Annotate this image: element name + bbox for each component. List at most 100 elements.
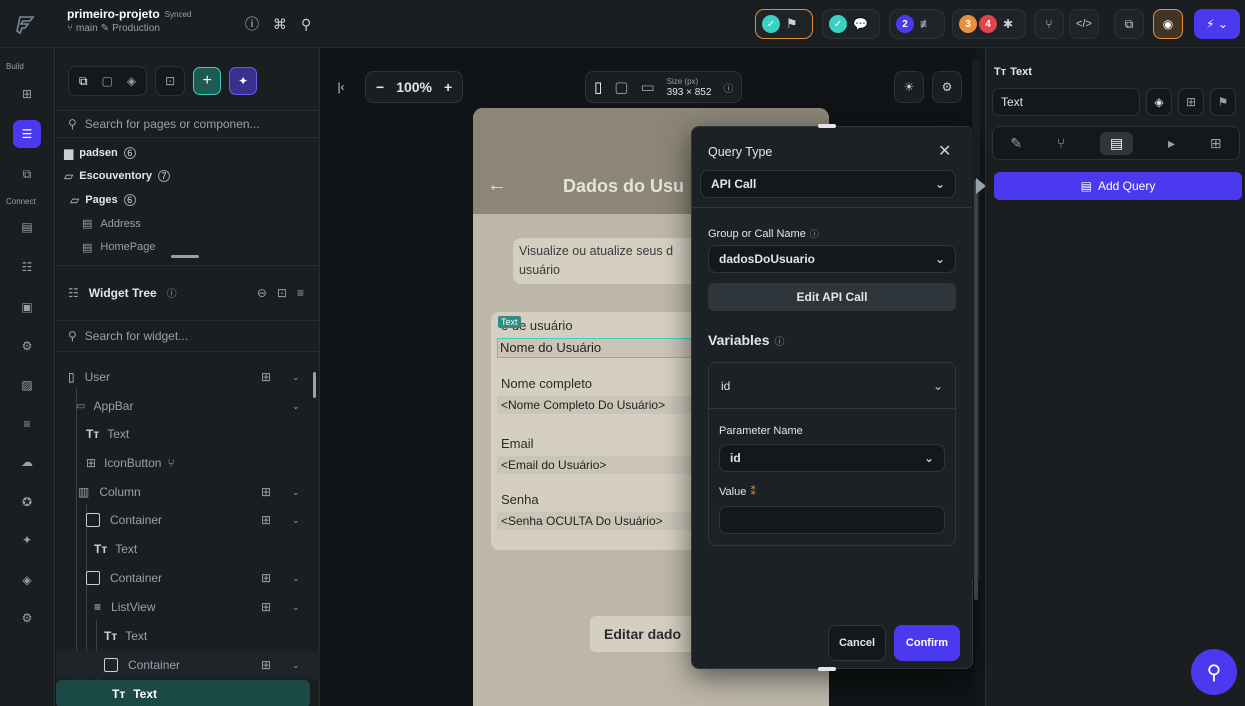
- widget-search-input[interactable]: Search for widget...: [85, 329, 188, 343]
- chevron-down-icon[interactable]: ⌄: [292, 573, 300, 584]
- chevron-down-icon[interactable]: ⌄: [292, 660, 300, 671]
- light-mode-icon[interactable]: ☀: [894, 71, 924, 103]
- add-child-icon[interactable]: ⊞: [261, 600, 271, 614]
- properties-tab-icon[interactable]: ✎: [1010, 135, 1022, 152]
- api-calls-icon[interactable]: ⚙: [13, 332, 41, 360]
- settings-gear-icon[interactable]: ⚙: [13, 604, 41, 632]
- flutterflow-logo-icon[interactable]: [14, 13, 38, 37]
- folder-item[interactable]: ▱ Escouventory 7: [64, 169, 170, 183]
- animation-tab-icon[interactable]: ▸: [1168, 135, 1175, 152]
- expand-icon[interactable]: ⊡: [277, 286, 287, 300]
- page-item[interactable]: ▤ Address: [82, 217, 141, 231]
- run-button[interactable]: ⚡ ⌄: [1194, 9, 1240, 39]
- tree-node-container[interactable]: Container ⊞ ⌄: [56, 506, 320, 534]
- code-icon[interactable]: </>: [1069, 9, 1099, 39]
- add-child-icon[interactable]: ⊞: [261, 485, 271, 499]
- confirm-button[interactable]: Confirm: [894, 625, 960, 661]
- modal-scrollbar-thumb[interactable]: [974, 180, 978, 600]
- warnings-button[interactable]: 2 ≢: [889, 9, 945, 39]
- variable-header[interactable]: id ⌄: [709, 363, 955, 409]
- tree-node-text[interactable]: Tт Text: [56, 535, 320, 563]
- desktop-device-icon[interactable]: ▭: [640, 78, 654, 96]
- chevron-down-icon[interactable]: ⌄: [292, 602, 300, 613]
- ai-generate-icon[interactable]: ✦: [229, 67, 258, 95]
- branching-icon[interactable]: ⑂: [1034, 9, 1064, 39]
- tree-node-listview[interactable]: ≡ ListView ⊞ ⌄: [56, 593, 320, 621]
- backend-query-tab-icon[interactable]: ▤: [1100, 131, 1134, 155]
- tree-node-text-selected[interactable]: Tт Text: [56, 680, 310, 706]
- parameter-name-select[interactable]: id ⌄: [719, 444, 945, 472]
- group-call-select[interactable]: dadosDoUsuario ⌄: [708, 245, 956, 273]
- tree-scrollbar[interactable]: [313, 372, 316, 398]
- help-icon[interactable]: ⓘ: [245, 14, 259, 34]
- add-widget-icon[interactable]: ⊞: [13, 80, 41, 108]
- folder-item[interactable]: ▱ Pages 6: [70, 193, 136, 207]
- collapse-panel-icon[interactable]: |‹: [326, 70, 356, 104]
- info-icon[interactable]: ⓘ: [723, 80, 733, 95]
- variable-binding-icon[interactable]: ⁑: [750, 485, 756, 498]
- deploy-status-button[interactable]: ✓ ⚑: [755, 9, 813, 39]
- query-type-select[interactable]: API Call ⌄: [700, 170, 956, 198]
- tree-node-column[interactable]: ▥ Column ⊞ ⌄: [56, 478, 320, 506]
- project-title-block[interactable]: primeiro-projeto Synced ⑂ main ✎ Product…: [67, 7, 191, 34]
- page-search-input[interactable]: Search for pages or componen...: [85, 117, 260, 131]
- comments-button[interactable]: ✓ 💬: [822, 9, 880, 39]
- components-icon[interactable]: ⧉: [13, 160, 41, 188]
- tree-node-text[interactable]: Tт Text: [56, 622, 320, 650]
- tablet-device-icon[interactable]: ▢: [614, 78, 628, 96]
- info-icon[interactable]: ⓘ: [167, 285, 177, 300]
- chevron-down-icon[interactable]: ⌄: [292, 515, 300, 526]
- widget-search-bar[interactable]: ⚲ Search for widget...: [56, 320, 320, 352]
- add-child-icon[interactable]: ⊞: [261, 571, 271, 585]
- page-search-bar[interactable]: ⚲ Search for pages or componen...: [56, 110, 320, 138]
- floating-search-button[interactable]: ⚲: [1191, 649, 1237, 695]
- environment-name[interactable]: Production: [112, 23, 160, 34]
- folder-item[interactable]: ▆ padsen 6: [64, 146, 136, 160]
- widget-name-input[interactable]: Text: [992, 88, 1140, 116]
- theme-icon[interactable]: ◈: [13, 566, 41, 594]
- component-icon[interactable]: ◈: [1146, 88, 1172, 116]
- library-tab-icon[interactable]: ◈: [127, 74, 136, 88]
- resize-handle-top[interactable]: [818, 124, 836, 128]
- errors-button[interactable]: 3 4 ✱: [952, 9, 1026, 39]
- tree-node-iconbutton[interactable]: ⊞ IconButton ⑂: [56, 449, 320, 477]
- preview-eye-icon[interactable]: ◉: [1153, 9, 1183, 39]
- add-page-button[interactable]: +: [193, 67, 222, 95]
- add-child-icon[interactable]: ⊞: [261, 513, 271, 527]
- page-item[interactable]: ▤ HomePage: [82, 241, 155, 253]
- pages-icon[interactable]: ☰: [13, 120, 41, 148]
- flutterflow-icon[interactable]: ⚑: [1210, 88, 1236, 116]
- panel-resize-handle[interactable]: [171, 255, 199, 258]
- edit-api-call-button[interactable]: Edit API Call: [708, 283, 956, 311]
- info-icon[interactable]: ⓘ: [810, 227, 819, 240]
- tree-node-user[interactable]: ▯ User ⊞ ⌄: [56, 363, 320, 391]
- zoom-out-button[interactable]: −: [376, 79, 384, 95]
- tree-node-container[interactable]: Container ⊞ ⌄: [56, 564, 320, 592]
- add-query-button[interactable]: ▤ Add Query: [994, 172, 1242, 200]
- add-widget-icon[interactable]: ⊞: [1178, 88, 1204, 116]
- lock-icon[interactable]: ⊖: [257, 286, 267, 300]
- chevron-down-icon[interactable]: ⌄: [292, 372, 300, 383]
- close-icon[interactable]: ✕: [938, 141, 951, 161]
- media-icon[interactable]: ▣: [13, 293, 41, 321]
- cancel-button[interactable]: Cancel: [828, 625, 886, 661]
- tree-node-text[interactable]: Tт Text: [56, 420, 320, 448]
- branch-name[interactable]: main: [76, 23, 98, 34]
- value-input[interactable]: [719, 506, 945, 534]
- app-values-icon[interactable]: ≡: [13, 410, 41, 438]
- back-arrow-icon[interactable]: ←: [487, 174, 507, 197]
- tree-node-appbar[interactable]: ▭ AppBar ⌄: [56, 392, 320, 420]
- custom-code-icon[interactable]: ✪: [13, 488, 41, 516]
- open-external-icon[interactable]: ⧉: [1114, 9, 1144, 39]
- canvas-settings-icon[interactable]: ⚙: [932, 71, 962, 103]
- add-child-icon[interactable]: ⊞: [261, 370, 271, 384]
- filter-icon[interactable]: ≡: [297, 286, 304, 300]
- command-icon[interactable]: ⌘: [273, 16, 287, 33]
- image-assets-icon[interactable]: ▨: [13, 371, 41, 399]
- ai-agents-icon[interactable]: ✦: [13, 526, 41, 554]
- tree-node-container[interactable]: Container ⊞ ⌄: [56, 651, 320, 679]
- zoom-in-button[interactable]: +: [444, 79, 452, 95]
- widget-state-tab-icon[interactable]: ⊞: [1210, 135, 1222, 152]
- cloud-functions-icon[interactable]: ☁: [13, 448, 41, 476]
- chevron-down-icon[interactable]: ⌄: [292, 487, 300, 498]
